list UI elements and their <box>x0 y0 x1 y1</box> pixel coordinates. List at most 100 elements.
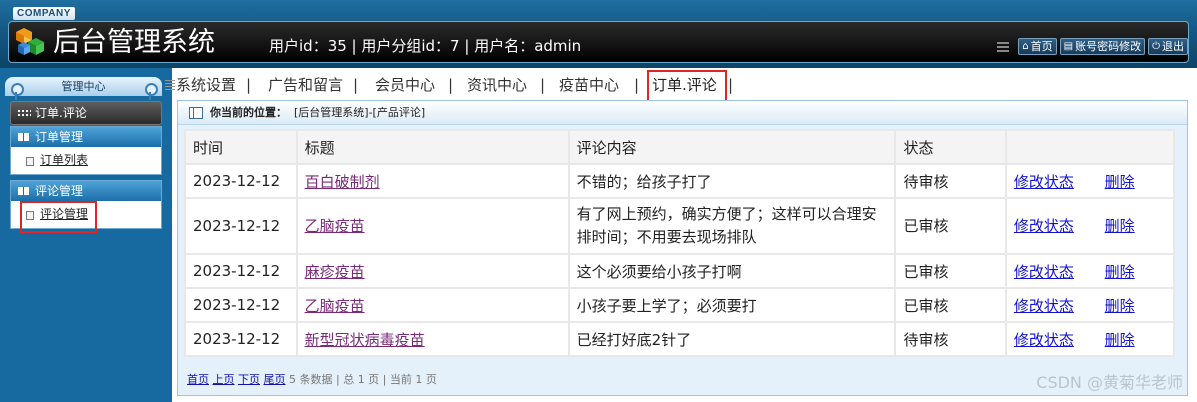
sidebar-group-orders: 订单管理 订单列表 <box>10 126 162 175</box>
pager-summary: 5 条数据 | 总 1 页 | 当前 1 页 <box>289 373 437 386</box>
column-header-content: 评论内容 <box>569 131 895 163</box>
document-icon <box>26 157 34 166</box>
title-link[interactable]: 新型冠状病毒疫苗 <box>305 331 425 349</box>
title-link[interactable]: 乙脑疫苗 <box>305 297 365 315</box>
nav-item-news-center[interactable]: 资讯中心 <box>467 75 527 95</box>
title-link[interactable]: 乙脑疫苗 <box>305 217 365 235</box>
cell-content: 已经打好底2针了 <box>569 323 895 355</box>
nav-separator: | <box>246 76 252 94</box>
cell-content: 小孩子要上学了；必须要打 <box>569 289 895 321</box>
cell-time: 2023-12-12 <box>186 165 296 197</box>
highlight-box-sidebar <box>20 201 97 233</box>
group-header-orders[interactable]: 订单管理 <box>11 127 161 147</box>
table-row: 2023-12-12 百白破制剂 不错的；给孩子打了 待审核 修改状态 删除 <box>186 165 1173 197</box>
nav-item-system-settings[interactable]: 系统设置 <box>176 75 236 95</box>
group-title: 订单管理 <box>35 130 84 144</box>
cell-actions: 修改状态 删除 <box>1006 165 1173 197</box>
nav-separator: | <box>540 76 546 94</box>
cell-status: 待审核 <box>896 323 1005 355</box>
nav-separator: | <box>448 76 454 94</box>
cell-content: 有了网上预约，确实方便了；这样可以合理安排时间；不用要去现场排队 <box>569 199 895 253</box>
table-row: 2023-12-12 新型冠状病毒疫苗 已经打好底2针了 待审核 修改状态 删除 <box>186 323 1173 355</box>
column-header-status: 状态 <box>896 131 1005 163</box>
delete-link[interactable]: 删除 <box>1105 217 1135 235</box>
group-title: 评论管理 <box>35 184 84 198</box>
delete-link[interactable]: 删除 <box>1105 297 1135 315</box>
cell-title: 新型冠状病毒疫苗 <box>297 323 568 355</box>
delete-link[interactable]: 删除 <box>1105 331 1135 349</box>
nav-item-vaccine-center[interactable]: 疫苗中心 <box>559 75 619 95</box>
cell-time: 2023-12-12 <box>186 323 296 355</box>
title-link[interactable]: 百白破制剂 <box>305 173 380 191</box>
logout-label: 退出 <box>1162 40 1184 53</box>
column-header-actions <box>1006 131 1173 163</box>
system-title: 后台管理系统 <box>53 27 215 58</box>
header: COMPANY 后台管理系统 用户id：35 | 用户分组id：7 | 用户名：… <box>0 0 1197 68</box>
edit-status-link[interactable]: 修改状态 <box>1014 173 1074 191</box>
cell-actions: 修改状态 删除 <box>1006 255 1173 287</box>
account-password-button[interactable]: ▤ 账号密码修改 <box>1059 38 1146 55</box>
edit-status-link[interactable]: 修改状态 <box>1014 331 1074 349</box>
account-password-label: 账号密码修改 <box>1075 40 1142 53</box>
edit-status-link[interactable]: 修改状态 <box>1014 297 1074 315</box>
title-link[interactable]: 麻疹疫苗 <box>305 263 365 281</box>
cell-status: 已审核 <box>896 199 1005 253</box>
pager-first-link[interactable]: 首页 <box>187 373 209 386</box>
account-icon: ▤ <box>1063 41 1074 52</box>
breadcrumb-path: [后台管理系统]-[产品评论] <box>294 106 426 119</box>
sidebar: 管理中心 订单.评论 订单管理 订单列表 评论管理 评论管理 <box>0 68 172 402</box>
edit-status-link[interactable]: 修改状态 <box>1014 217 1074 235</box>
group-header-comments[interactable]: 评论管理 <box>11 181 161 201</box>
sidebar-item-order-list[interactable]: 订单列表 <box>11 147 161 174</box>
sidebar-item-label[interactable]: 订单列表 <box>40 153 88 167</box>
cell-content: 这个必须要给小孩子打啊 <box>569 255 895 287</box>
column-header-time: 时间 <box>186 131 296 163</box>
grid-icon <box>17 109 31 118</box>
nav-item-ads-messages[interactable]: 广告和留言 <box>268 75 343 95</box>
pager-prev-link[interactable]: 上页 <box>213 373 235 386</box>
logout-icon: ⏻ <box>1152 41 1160 52</box>
logout-button[interactable]: ⏻ 退出 <box>1148 38 1188 55</box>
current-module-label: 订单.评论 <box>35 106 87 120</box>
book-icon <box>18 187 29 195</box>
cell-title: 百白破制剂 <box>297 165 568 197</box>
pager-next-link[interactable]: 下页 <box>238 373 260 386</box>
delete-link[interactable]: 删除 <box>1105 173 1135 191</box>
sidebar-current-module[interactable]: 订单.评论 <box>10 101 162 125</box>
cell-actions: 修改状态 删除 <box>1006 289 1173 321</box>
cell-content: 不错的；给孩子打了 <box>569 165 895 197</box>
cell-title: 乙脑疫苗 <box>297 289 568 321</box>
cell-title: 乙脑疫苗 <box>297 199 568 253</box>
cell-actions: 修改状态 删除 <box>1006 323 1173 355</box>
book-icon <box>18 133 29 141</box>
comments-table: 时间 标题 评论内容 状态 2023-12-12 百白破制剂 不错的；给孩子打了… <box>184 129 1175 357</box>
cell-time: 2023-12-12 <box>186 289 296 321</box>
cell-time: 2023-12-12 <box>186 255 296 287</box>
table-header-row: 时间 标题 评论内容 状态 <box>186 131 1173 163</box>
breadcrumb: 你当前的位置： [后台管理系统]-[产品评论] <box>178 101 1187 125</box>
cell-status: 已审核 <box>896 289 1005 321</box>
window-icon <box>189 107 203 119</box>
nav-separator: | <box>728 76 734 94</box>
highlight-box-nav <box>647 70 727 102</box>
nav-item-member-center[interactable]: 会员中心 <box>375 75 435 95</box>
sidebar-panel-header: 管理中心 <box>5 77 162 100</box>
nav-separator: | <box>353 76 359 94</box>
home-icon: ⌂ <box>1022 41 1029 52</box>
edit-status-link[interactable]: 修改状态 <box>1014 263 1074 281</box>
user-info: 用户id：35 | 用户分组id：7 | 用户名：admin <box>269 37 582 55</box>
nav-separator: | <box>634 76 640 94</box>
table-row: 2023-12-12 麻疹疫苗 这个必须要给小孩子打啊 已审核 修改状态 删除 <box>186 255 1173 287</box>
column-header-title: 标题 <box>297 131 568 163</box>
logo-cubes-icon <box>16 28 44 55</box>
table-row: 2023-12-12 乙脑疫苗 有了网上预约，确实方便了；这样可以合理安排时间；… <box>186 199 1173 253</box>
delete-link[interactable]: 删除 <box>1105 263 1135 281</box>
cell-time: 2023-12-12 <box>186 199 296 253</box>
home-button[interactable]: ⌂ 首页 <box>1018 38 1057 55</box>
pager-last-link[interactable]: 尾页 <box>264 373 286 386</box>
breadcrumb-label: 你当前的位置： <box>210 106 287 119</box>
cell-actions: 修改状态 删除 <box>1006 199 1173 253</box>
header-tools: ⌂ 首页 ▤ 账号密码修改 ⏻ 退出 <box>997 38 1188 55</box>
table-row: 2023-12-12 乙脑疫苗 小孩子要上学了；必须要打 已审核 修改状态 删除 <box>186 289 1173 321</box>
cell-status: 待审核 <box>896 165 1005 197</box>
